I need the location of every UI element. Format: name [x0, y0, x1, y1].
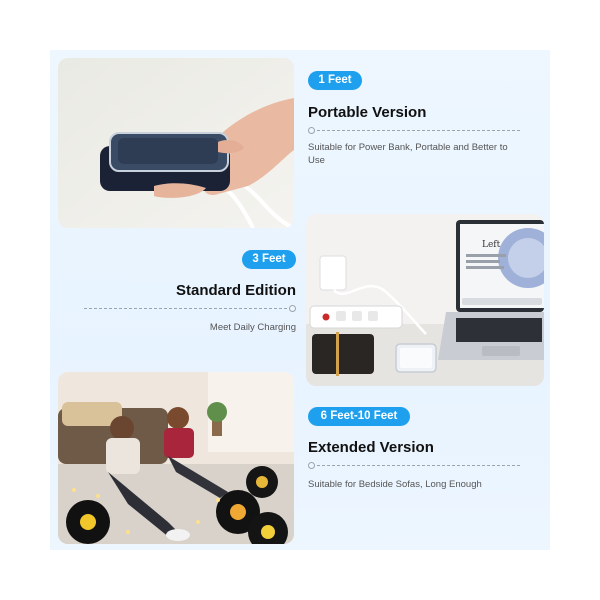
section-title-extended: Extended Version: [308, 439, 434, 456]
section-divider: [84, 305, 296, 312]
section-description-extended: Suitable for Bedside Sofas, Long Enough: [308, 479, 482, 490]
laptop-desk-photo: Left: [306, 214, 544, 386]
length-badge-3ft: 3 Feet: [242, 250, 296, 269]
length-badge-6-10ft: 6 Feet-10 Feet: [308, 407, 410, 426]
power-bank-photo: [58, 58, 294, 228]
length-badge-1ft: 1 Feet: [308, 71, 362, 90]
section-title-standard: Standard Edition: [176, 282, 296, 299]
section-description-portable: Suitable for Power Bank, Portable and Be…: [308, 142, 508, 166]
laptop-screen-text: Left: [482, 240, 501, 250]
section-description-standard: Meet Daily Charging: [209, 322, 296, 333]
section-divider: [308, 462, 520, 469]
product-feature-panel: 1 Feet Portable Version Suitable for Pow…: [50, 50, 550, 550]
section-divider: [308, 127, 520, 134]
divider-dot-icon: [289, 305, 296, 312]
divider-dot-icon: [308, 462, 315, 469]
section-title-portable: Portable Version: [308, 104, 427, 121]
girls-floor-photo: [58, 372, 294, 544]
divider-dot-icon: [308, 127, 315, 134]
